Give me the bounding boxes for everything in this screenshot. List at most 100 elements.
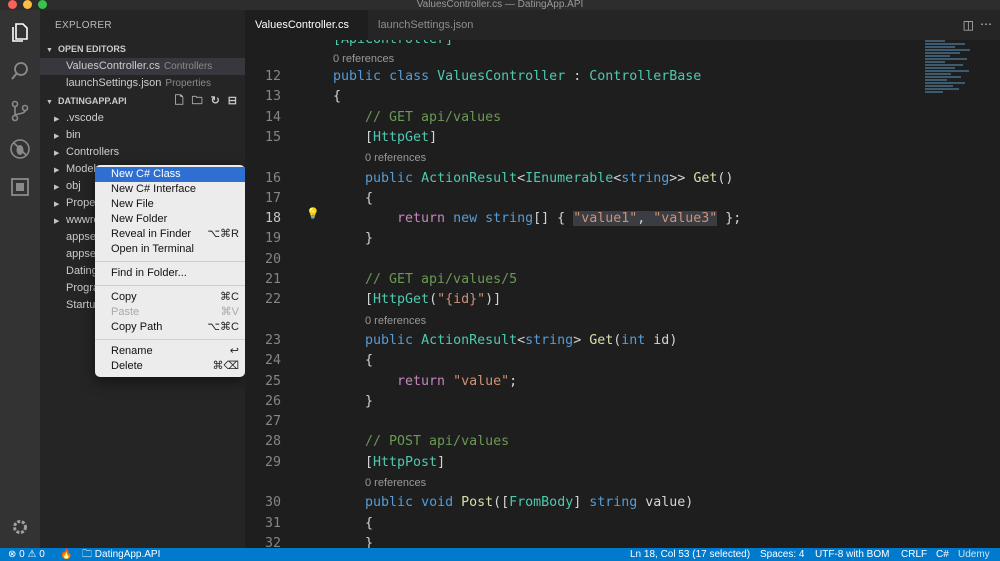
menu-item-label: Rename	[111, 345, 153, 357]
code-line: // GET api/values	[365, 109, 502, 125]
context-menu: New C# Class New C# Interface New File New …	[95, 165, 245, 377]
menu-item-label: Paste	[111, 306, 140, 318]
collapse-all-icon[interactable]: ⊟	[228, 92, 237, 110]
menu-item-copy[interactable]: Copy ⌘C	[95, 290, 245, 305]
window-controls	[8, 0, 47, 9]
chevron-right-icon: ▶	[54, 116, 60, 123]
menu-item-label: New C# Class	[111, 168, 181, 180]
menu-item-label: Reveal in Finder	[111, 228, 192, 240]
menu-item-label: New Folder	[111, 213, 168, 225]
open-editor-item-launchsettings[interactable]: launchSettings.json Properties	[40, 75, 245, 92]
menu-item-shortcut: ⌥⌘C	[207, 321, 239, 333]
cursor-position[interactable]: Ln 18, Col 53 (17 selected)	[630, 548, 750, 561]
line-number: 25	[264, 373, 281, 389]
code-line: {	[365, 353, 374, 369]
settings-gear-icon[interactable]	[9, 518, 31, 540]
menu-item-copy-path[interactable]: Copy Path ⌥⌘C	[95, 320, 245, 335]
line-number: 15	[264, 129, 281, 145]
menu-separator	[95, 285, 245, 286]
chevron-right-icon: ▶	[54, 133, 60, 140]
project-header[interactable]: ▼ DATINGAPP.API 🗋 🗀 ↻ ⊟	[40, 92, 245, 110]
menu-item-delete[interactable]: Delete ⌘⌫	[95, 359, 245, 374]
tree-item[interactable]: ▶ bin	[40, 127, 245, 144]
language-mode[interactable]: C#	[936, 548, 949, 561]
code-line: return new string[] { "value1", "value3"…	[397, 211, 742, 227]
window-title: ValuesController.cs — DatingApp.API	[416, 0, 584, 10]
minimap[interactable]	[925, 40, 980, 110]
status-bar: ⊗ 0 ⚠ 0 🔥 🗀 DatingApp.API Ln 18, Col 53 …	[0, 548, 1000, 561]
menu-item-new-folder[interactable]: New Folder	[95, 212, 245, 227]
extensions-icon[interactable]	[9, 177, 31, 199]
line-number: 18	[264, 211, 281, 227]
menu-item-label: Copy	[111, 291, 137, 303]
close-window-icon[interactable]	[8, 0, 17, 9]
code-line: public ActionResult<IEnumerable<string>>…	[365, 170, 734, 186]
source-control-icon[interactable]	[9, 100, 31, 122]
explorer-title: EXPLORER	[55, 20, 112, 31]
open-editors-header[interactable]: ▼ OPEN EDITORS	[40, 40, 245, 58]
problems-indicator[interactable]: ⊗ 0 ⚠ 0	[8, 548, 45, 561]
tab-launchsettings[interactable]: launchSettings.json	[368, 10, 488, 40]
new-folder-icon[interactable]: 🗀	[192, 92, 203, 110]
menu-item-label: Delete	[111, 360, 143, 372]
line-endings[interactable]: CRLF	[901, 548, 927, 561]
code-line: }	[365, 535, 374, 548]
codelens-references[interactable]: 0 references	[365, 151, 426, 165]
codelens-references[interactable]: 0 references	[365, 476, 426, 490]
indentation[interactable]: Spaces: 4	[760, 548, 804, 561]
menu-item-open-in-terminal[interactable]: Open in Terminal	[95, 242, 245, 257]
new-file-icon[interactable]: 🗋	[175, 92, 184, 110]
tree-item-label: bin	[66, 129, 81, 141]
omnisharp-flame-icon[interactable]: 🔥	[60, 548, 72, 561]
search-icon[interactable]	[9, 61, 31, 83]
line-number: 21	[264, 272, 281, 287]
line-number: 27	[264, 414, 281, 430]
codelens-references[interactable]: 0 references	[333, 52, 394, 66]
line-number: 28	[264, 434, 281, 450]
menu-item-shortcut: ⌥⌘R	[207, 228, 239, 240]
line-number: 20	[264, 251, 281, 267]
debug-icon[interactable]	[9, 138, 31, 160]
line-number: 23	[264, 332, 281, 348]
tree-item[interactable]: ▶ Controllers	[40, 144, 245, 161]
menu-item-rename[interactable]: Rename ↩	[95, 344, 245, 359]
chevron-right-icon: ▶	[54, 167, 60, 174]
files-icon[interactable]	[9, 22, 31, 44]
menu-item-reveal-in-finder[interactable]: Reveal in Finder ⌥⌘R	[95, 227, 245, 242]
split-editor-icon[interactable]: ◫	[963, 18, 974, 32]
code-line-partial: [ApiController]	[333, 40, 453, 50]
encoding[interactable]: UTF-8 with BOM	[815, 548, 889, 561]
open-editor-item-valuescontroller[interactable]: ValuesController.cs Controllers	[40, 58, 245, 75]
codelens-references[interactable]: 0 references	[365, 314, 426, 328]
line-number: 16	[264, 170, 281, 186]
editor-tabs: ValuesController.cs launchSettings.json …	[245, 10, 1000, 40]
tab-valuescontroller[interactable]: ValuesController.cs	[245, 10, 368, 40]
tree-item[interactable]: ▶ .vscode	[40, 110, 245, 127]
code-line: {	[365, 190, 374, 206]
title-bar: ValuesController.cs — DatingApp.API	[0, 0, 1000, 10]
tree-item-label: obj	[66, 180, 81, 192]
menu-item-label: Open in Terminal	[111, 243, 194, 255]
chevron-right-icon: ▶	[54, 201, 60, 208]
chevron-right-icon: ▶	[54, 150, 60, 157]
zoom-window-icon[interactable]	[38, 0, 47, 9]
minimize-window-icon[interactable]	[23, 0, 32, 9]
menu-item-new-file[interactable]: New File	[95, 197, 245, 212]
code-editor[interactable]: [ApiController] 0 references 12 public cla…	[245, 40, 1000, 548]
menu-item-find-in-folder[interactable]: Find in Folder...	[95, 266, 245, 281]
line-number: 12	[264, 69, 281, 84]
line-number: 24	[264, 353, 281, 369]
menu-item-label: Find in Folder...	[111, 267, 187, 279]
line-number: 30	[264, 495, 281, 511]
menu-item-label: New C# Interface	[111, 183, 196, 195]
menu-item-new-c-interface[interactable]: New C# Interface	[95, 182, 245, 197]
lightbulb-icon[interactable]: 💡	[306, 207, 320, 220]
menu-item-new-c-class[interactable]: New C# Class	[95, 167, 245, 182]
refresh-icon[interactable]: ↻	[211, 92, 220, 110]
line-number: 32	[264, 535, 281, 548]
menu-item-paste: Paste ⌘V	[95, 305, 245, 320]
tree-item-label: .vscode	[66, 112, 104, 124]
more-actions-icon[interactable]: ⋯	[980, 17, 992, 31]
project-indicator[interactable]: 🗀 DatingApp.API	[82, 548, 160, 561]
menu-item-shortcut: ⌘C	[220, 291, 239, 303]
